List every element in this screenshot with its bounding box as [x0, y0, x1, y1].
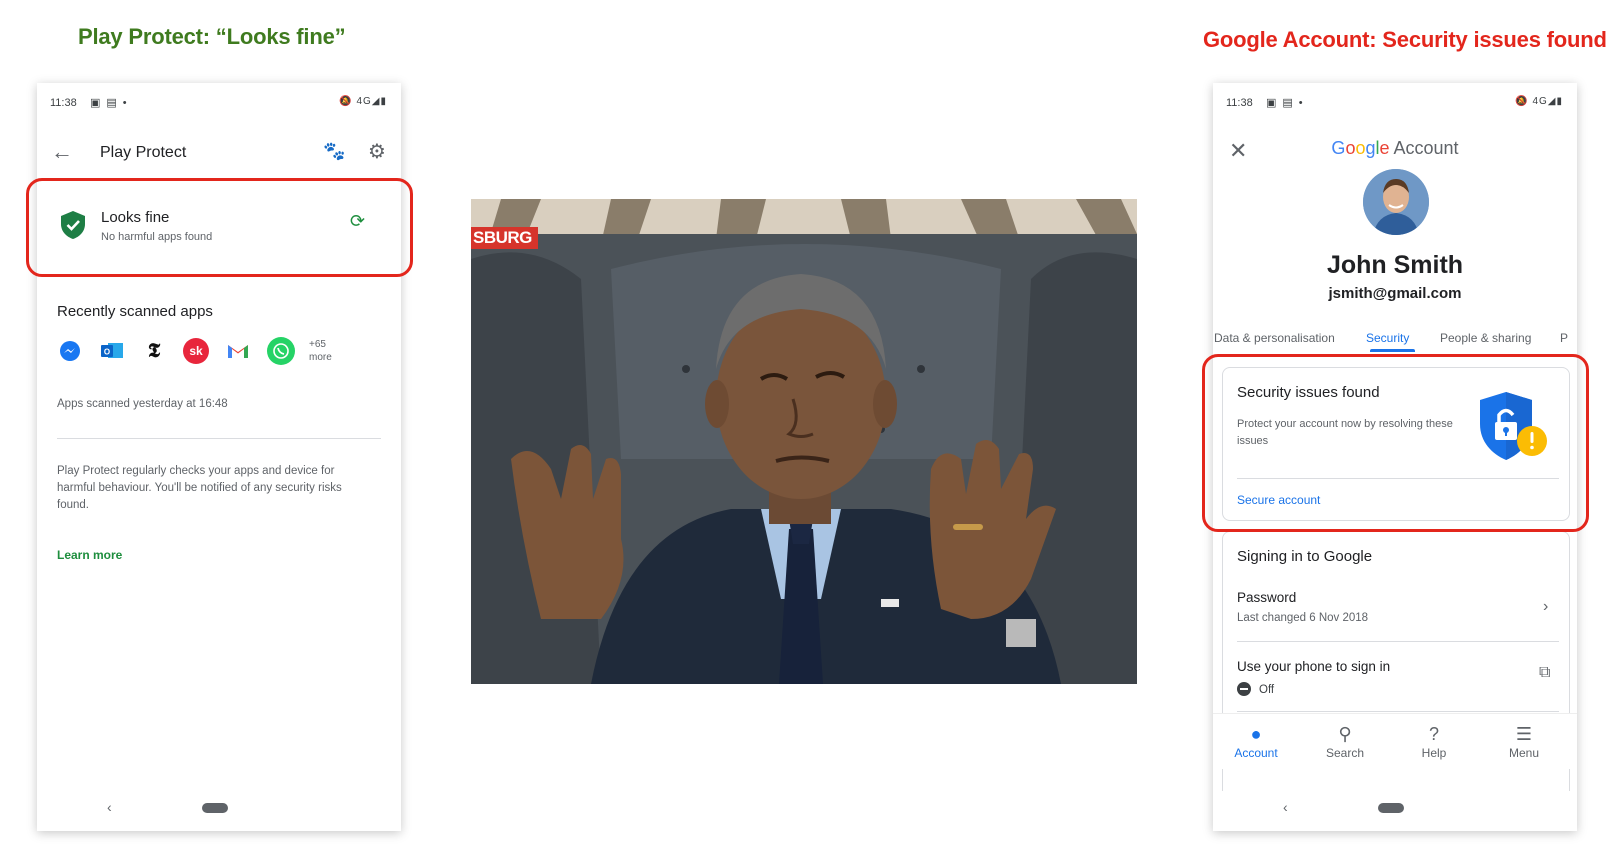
- news-logo-overlay: SBURG: [471, 227, 538, 249]
- security-card-title: Security issues found: [1237, 384, 1380, 401]
- system-nav-bar: ‹: [37, 797, 401, 821]
- menu-icon: ☰: [1515, 724, 1533, 744]
- google-account-title: Google Account: [1213, 138, 1577, 159]
- password-label: Password: [1237, 590, 1297, 605]
- signin-card-title: Signing in to Google: [1237, 548, 1373, 565]
- back-arrow-icon[interactable]: ←: [51, 139, 73, 165]
- learn-more-link[interactable]: Learn more: [57, 548, 122, 562]
- phone-signin-status: Off: [1237, 682, 1274, 696]
- status-subtitle: No harmful apps found: [101, 231, 213, 243]
- search-icon: ⚲: [1338, 724, 1352, 744]
- off-icon: [1237, 682, 1251, 696]
- security-card-subtitle: Protect your account now by resolving th…: [1237, 418, 1453, 447]
- avatar[interactable]: [1363, 169, 1429, 235]
- tab-security[interactable]: Security: [1366, 331, 1409, 345]
- nav-home-pill[interactable]: [1378, 803, 1404, 813]
- open-external-icon: ⧉: [1539, 664, 1551, 681]
- google-logo-letter: G: [1331, 138, 1346, 158]
- protection-status-card: Looks fine No harmful apps found ⟳: [37, 183, 401, 263]
- more-count: +65: [309, 339, 326, 350]
- nav-search-label: Search: [1325, 746, 1365, 760]
- page-title: Play Protect: [100, 144, 187, 161]
- svg-text:O: O: [104, 348, 110, 357]
- app-bar: ← Play Protect 🐾 ⚙: [37, 135, 401, 179]
- card-divider: [1237, 641, 1559, 642]
- nav-account-label: Account: [1234, 746, 1278, 760]
- more-apps-count[interactable]: +65 more: [309, 338, 332, 364]
- status-time: 11:38: [1226, 97, 1253, 109]
- meme-illustration: [471, 199, 1137, 684]
- caption-play-protect: Play Protect: “Looks fine”: [78, 24, 346, 49]
- google-logo: Google: [1331, 138, 1389, 158]
- tab-data-personalisation[interactable]: Data & personalisation: [1214, 331, 1335, 345]
- account-icon: ●: [1250, 724, 1262, 744]
- notification-icons: ▣▤•: [90, 97, 133, 109]
- system-nav-bar: ‹: [1213, 797, 1577, 821]
- nav-help[interactable]: ? Help: [1399, 724, 1469, 760]
- system-icons: 🔕 4G◢▮: [339, 96, 387, 107]
- network-label: 4G: [1532, 96, 1548, 107]
- nav-account[interactable]: ● Account: [1221, 724, 1291, 760]
- whatsapp-icon[interactable]: [267, 337, 295, 365]
- profile-name: John Smith: [1326, 251, 1464, 279]
- nav-back-icon[interactable]: ‹: [1283, 799, 1288, 815]
- mute-icon: 🔕: [339, 96, 353, 107]
- network-label: 4G: [356, 96, 372, 107]
- nav-back-icon[interactable]: ‹: [107, 799, 112, 815]
- phone-signin-status-text: Off: [1259, 684, 1275, 696]
- nav-menu-label: Menu: [1508, 746, 1540, 760]
- gear-icon[interactable]: ⚙: [368, 139, 386, 164]
- caption-google-account: Google Account: Security issues found: [1203, 27, 1607, 52]
- divider: [57, 438, 381, 439]
- card-divider: [1237, 478, 1559, 479]
- status-bar: 11:38 ▣▤• 🔕 4G◢▮: [37, 83, 401, 121]
- nav-menu[interactable]: ☰ Menu: [1489, 724, 1559, 760]
- tab-payments[interactable]: P: [1560, 331, 1568, 345]
- card-divider: [1237, 711, 1559, 712]
- scan-timestamp: Apps scanned yesterday at 16:48: [57, 398, 228, 410]
- bottom-navigation: ● Account ⚲ Search ? Help ☰ Menu: [1213, 713, 1577, 769]
- google-logo-letter: o: [1345, 138, 1356, 158]
- play-protect-description: Play Protect regularly checks your apps …: [57, 465, 342, 511]
- recent-apps-list: O 𝕿 sk +65 more: [57, 337, 377, 374]
- paw-icon[interactable]: 🐾: [323, 141, 345, 162]
- help-icon: ?: [1428, 724, 1439, 744]
- play-protect-phone: 11:38 ▣▤• 🔕 4G◢▮ ← Play Protect 🐾 ⚙ Look…: [37, 83, 401, 831]
- nav-home-pill[interactable]: [202, 803, 228, 813]
- status-title: Looks fine: [101, 209, 170, 226]
- google-account-phone: 11:38 ▣▤• 🔕 4G◢▮ ✕ Google Account John S…: [1213, 83, 1577, 831]
- nav-help-label: Help: [1421, 746, 1447, 760]
- secure-account-link[interactable]: Secure account: [1237, 493, 1320, 507]
- chevron-right-icon: ›: [1543, 598, 1549, 615]
- status-bar: 11:38 ▣▤• 🔕 4G◢▮: [1213, 83, 1577, 121]
- messenger-icon[interactable]: [57, 338, 83, 364]
- system-icons: 🔕 4G◢▮: [1515, 96, 1563, 107]
- sk-icon[interactable]: sk: [183, 338, 209, 364]
- avatar-photo: [1363, 169, 1429, 235]
- google-logo-letter: g: [1365, 138, 1376, 158]
- status-time: 11:38: [50, 97, 77, 109]
- account-label: Account: [1393, 138, 1459, 158]
- recent-apps-title: Recently scanned apps: [57, 303, 213, 320]
- notification-icons: ▣▤•: [1266, 97, 1309, 109]
- google-logo-letter: e: [1379, 138, 1390, 158]
- outlook-icon[interactable]: O: [99, 338, 125, 364]
- gmail-icon[interactable]: [225, 338, 251, 364]
- mute-icon: 🔕: [1515, 96, 1529, 107]
- tab-people-sharing[interactable]: People & sharing: [1440, 331, 1531, 345]
- profile-email: jsmith@gmail.com: [1328, 285, 1462, 302]
- shield-check-icon: [61, 211, 85, 239]
- refresh-icon[interactable]: ⟳: [350, 211, 365, 232]
- nav-search[interactable]: ⚲ Search: [1310, 724, 1380, 760]
- phone-signin-label: Use your phone to sign in: [1237, 659, 1391, 674]
- lock-warning-icon: [1480, 392, 1547, 460]
- meme-image: SBURG: [471, 199, 1137, 684]
- active-tab-indicator: [1370, 349, 1415, 352]
- nytimes-icon[interactable]: 𝕿: [141, 338, 167, 364]
- google-logo-letter: o: [1355, 138, 1366, 158]
- password-last-changed: Last changed 6 Nov 2018: [1237, 612, 1369, 624]
- more-label: more: [309, 352, 332, 363]
- security-issues-card[interactable]: Security issues found Protect your accou…: [1222, 367, 1570, 521]
